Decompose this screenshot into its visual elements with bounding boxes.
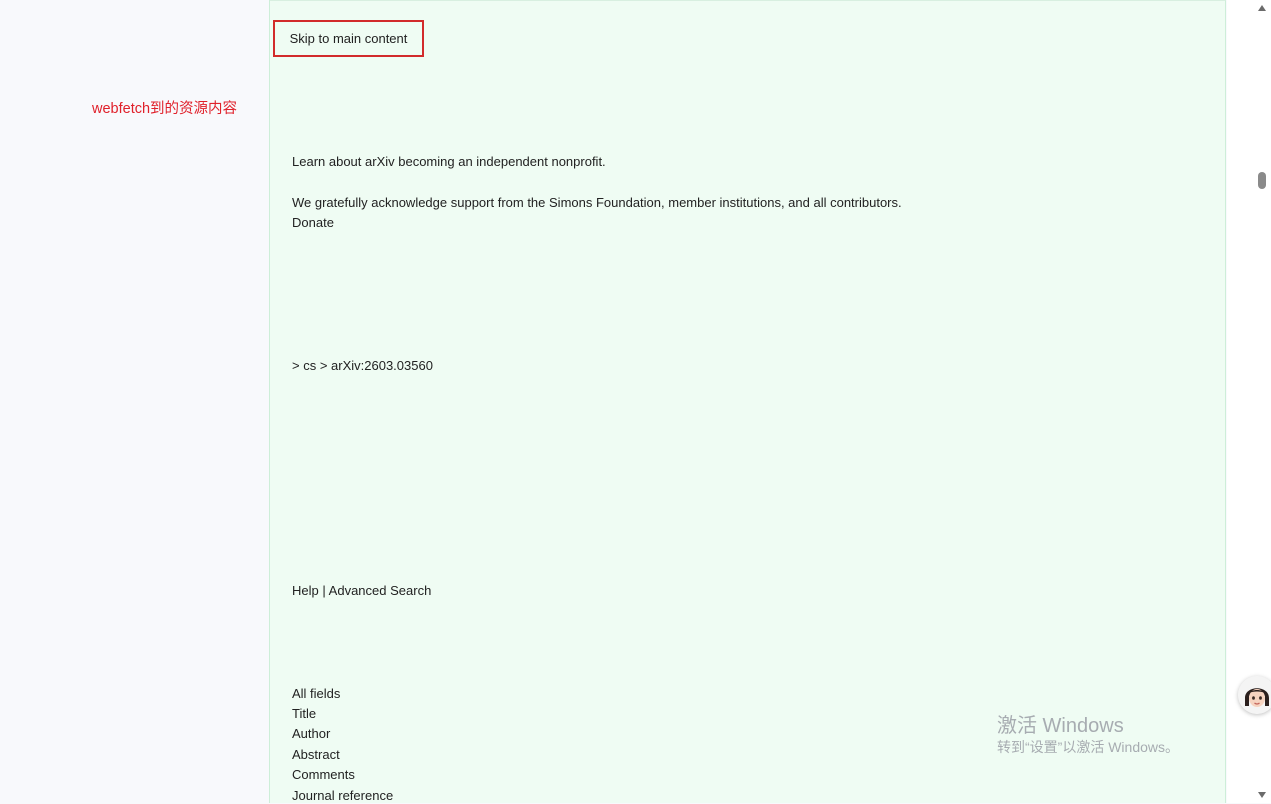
fetched-content-panel: Skip to main content Learn about arXiv b… [270, 0, 1226, 803]
skip-to-main-link[interactable]: Skip to main content [273, 20, 424, 57]
scroll-up-icon[interactable] [1258, 5, 1266, 11]
link-separator: | [322, 583, 326, 598]
search-field-option[interactable]: All fields [292, 686, 340, 702]
scrollbar-region [1227, 0, 1271, 803]
search-field-option[interactable]: Abstract [292, 747, 340, 763]
left-gutter: webfetch到的资源内容 [0, 0, 270, 803]
scroll-down-icon[interactable] [1258, 792, 1266, 798]
assistant-avatar-icon[interactable] [1238, 676, 1271, 714]
help-link[interactable]: Help [292, 583, 319, 598]
announcement-text[interactable]: Learn about arXiv becoming an independen… [292, 154, 606, 170]
breadcrumb: > cs > arXiv:2603.03560 [292, 358, 433, 373]
windows-activation-subtitle: 转到“设置”以激活 Windows。 [997, 739, 1180, 755]
donate-link[interactable]: Donate [292, 215, 334, 231]
advanced-search-link[interactable]: Advanced Search [329, 583, 432, 598]
annotation-label: webfetch到的资源内容 [92, 101, 238, 117]
search-field-option[interactable]: Comments [292, 767, 355, 783]
search-field-option[interactable]: Author [292, 726, 330, 742]
acknowledgement-text: We gratefully acknowledge support from t… [292, 195, 902, 210]
help-links: Help | Advanced Search [292, 583, 431, 599]
search-field-option[interactable]: Journal reference [292, 788, 393, 804]
windows-activation-title: 激活 Windows [997, 715, 1124, 737]
scrollbar-thumb[interactable] [1258, 172, 1266, 189]
search-field-option[interactable]: Title [292, 706, 316, 722]
